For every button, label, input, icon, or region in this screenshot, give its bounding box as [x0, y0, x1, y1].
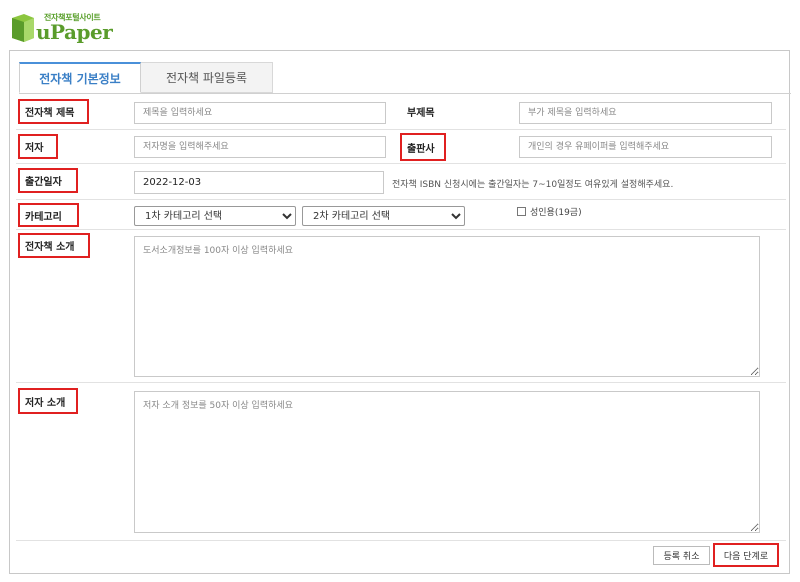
tab-bar: 전자책 기본정보 전자책 파일등록: [19, 62, 791, 94]
title-label: 전자책 제목: [18, 99, 89, 124]
adult-checkbox[interactable]: 성인용(19금): [517, 205, 582, 218]
logo-name: uPaper: [36, 20, 113, 44]
publisher-label: 출판사: [400, 133, 446, 161]
checkbox-box[interactable]: [517, 207, 526, 216]
title-input[interactable]: [134, 102, 386, 124]
adult-checkbox-label: 성인용(19금): [530, 208, 582, 218]
category-label: 카테고리: [18, 203, 79, 227]
intro-textarea[interactable]: [134, 236, 760, 377]
subtitle-input[interactable]: [519, 102, 772, 124]
author-intro-label: 저자 소개: [18, 388, 78, 414]
pubdate-label: 출간일자: [18, 168, 78, 193]
author-input[interactable]: [134, 136, 386, 158]
intro-label: 전자책 소개: [18, 233, 90, 258]
form-row-author-intro: 저자 소개: [16, 383, 786, 541]
author-label: 저자: [18, 134, 58, 159]
book-logo-icon: [12, 14, 34, 42]
cancel-button[interactable]: 등록 취소: [653, 546, 710, 565]
pubdate-hint: 전자책 ISBN 신청시에는 출간일자는 7~10일정도 여유있게 설정해주세요…: [392, 180, 674, 190]
next-step-button[interactable]: 다음 단계로: [713, 543, 779, 567]
form-row-pubdate: 출간일자 전자책 ISBN 신청시에는 출간일자는 7~10일정도 여유있게 설…: [16, 164, 786, 200]
form-row-author: 저자 출판사: [16, 130, 786, 164]
tab-file-upload[interactable]: 전자책 파일등록: [141, 62, 273, 93]
site-logo[interactable]: 전자책포털사이트 uPaper: [8, 6, 118, 46]
tab-basic-info[interactable]: 전자책 기본정보: [19, 62, 141, 93]
category2-select[interactable]: 2차 카테고리 선택: [302, 206, 465, 226]
category1-select[interactable]: 1차 카테고리 선택: [134, 206, 296, 226]
author-intro-textarea[interactable]: [134, 391, 760, 533]
ebook-form-panel: 전자책 기본정보 전자책 파일등록 전자책 제목 부제목 저자 출판사 출간일자…: [9, 50, 791, 574]
pubdate-input[interactable]: [134, 171, 384, 194]
publisher-input[interactable]: [519, 136, 772, 158]
subtitle-label: 부제목: [407, 108, 435, 119]
form-row-category: 카테고리 1차 카테고리 선택 2차 카테고리 선택 성인용(19금): [16, 200, 786, 230]
form-row-intro: 전자책 소개: [16, 230, 786, 383]
form-row-title: 전자책 제목 부제목: [16, 99, 786, 130]
